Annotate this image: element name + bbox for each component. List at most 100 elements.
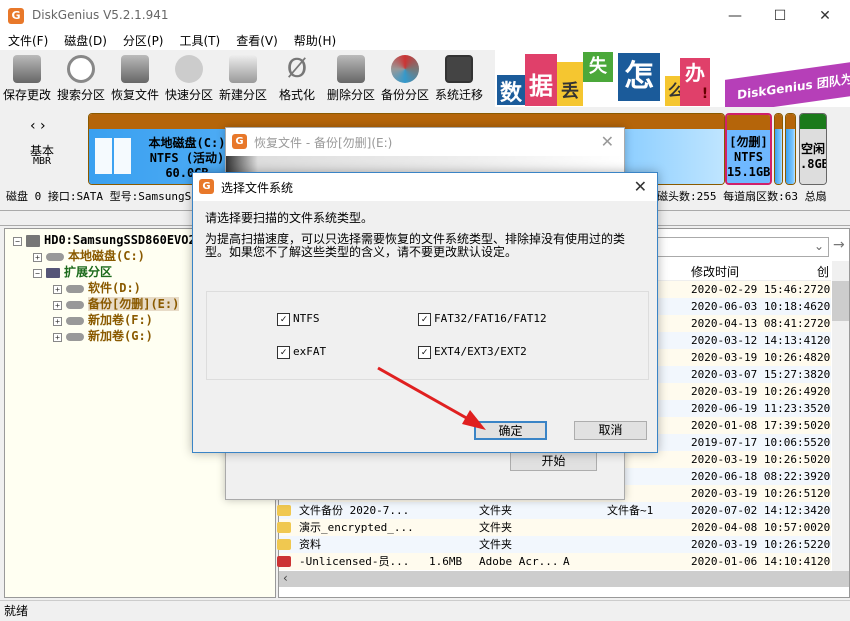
checkbox-ntfs[interactable]: ✓ NTFS [277,312,320,326]
label: 搜索分区 [56,88,105,102]
partition-f[interactable] [774,113,783,185]
partition-icon [66,284,84,293]
tree-item-c[interactable]: + 本地磁盘(C:) [33,248,145,264]
checkbox-ext[interactable]: ✓ EXT4/EXT3/EXT2 [418,345,527,359]
cell-created: 20 [817,453,831,466]
tree-item-e[interactable]: + 备份[勿删](E:) [53,296,180,312]
label: 恢复文件 [110,88,159,102]
cell-created: 20 [817,555,831,568]
new-partition-button[interactable]: 新建分区 [216,50,270,108]
partition-fs: NTFS (活动) [149,151,225,165]
tree-label: 备份[勿删](E:) [88,297,180,311]
disc-icon [175,55,203,83]
status-bar: 就绪 [0,600,850,620]
disk-info-left: 磁盘 0 接口:SATA 型号:SamsungS [6,190,192,203]
cell-name: -Unlicensed-员... [299,555,410,568]
tree-item-d[interactable]: + 软件(D:) [53,280,141,296]
label: 备份分区 [380,88,429,102]
cell-m: 2020-03-12 14:13:41 [691,334,817,347]
recover-files-button[interactable]: 恢复文件 [108,50,162,108]
migration-icon [445,55,473,83]
label: 保存更改 [2,88,51,102]
chevron-left-icon: ‹ [283,571,288,585]
table-row[interactable]: 演示_encrypted_... 文件夹 2020-04-08 10:57:00 20 [277,519,831,536]
partition-icon [66,300,84,309]
close-button[interactable]: ✕ [805,4,845,28]
vertical-scrollbar[interactable] [832,261,849,571]
folder-icon [277,522,291,533]
label: 新建分区 [218,88,267,102]
banner-char: 怎 [618,53,660,101]
banner-char: 数 [497,75,525,106]
cell-m: 2020-07-02 14:12:34 [691,504,817,517]
tree-label: 新加卷(G:) [88,329,153,343]
cell-created: 20 [817,402,831,415]
col-created[interactable]: 创 [817,263,829,280]
cell-created: 20 [817,334,831,347]
table-row[interactable]: -Unlicensed-员... 1.6MB Adobe Acr... A 2020-0… [277,553,831,570]
col-modified[interactable]: 修改时间 [691,263,739,280]
system-migration-button[interactable]: 系统迁移 [432,50,486,108]
delete-partition-button[interactable]: 删除分区 [324,50,378,108]
cell-type: 文件夹 [479,504,512,517]
windows-icon [95,138,131,174]
close-icon[interactable]: ✕ [634,177,647,196]
close-icon[interactable]: ✕ [601,132,614,151]
tree-item-g[interactable]: + 新加卷(G:) [53,328,153,344]
checkbox-fat[interactable]: ✓ FAT32/FAT16/FAT12 [418,312,547,326]
cell-short: 文件备~1 [607,504,654,517]
tree-item-f[interactable]: + 新加卷(F:) [53,312,153,328]
checkmark-icon: ✓ [418,345,431,359]
quick-partition-button[interactable]: 快速分区 [162,50,216,108]
tree-item-extended[interactable]: − 扩展分区 [33,264,112,280]
table-row[interactable]: 资料 文件夹 2020-03-19 10:26:52 20 [277,536,831,553]
menu-tools[interactable]: 工具(T) [172,32,229,50]
ad-banner[interactable]: 数 据 丢 失 怎 么 办 ! DiskGenius 团队为 [495,50,850,107]
cancel-button[interactable]: 取消 [574,421,647,440]
minimize-button[interactable]: — [715,4,755,28]
go-arrow-icon[interactable]: → [833,237,845,253]
backup-partition-button[interactable]: 备份分区 [378,50,432,108]
magnifier-icon [67,55,95,83]
maximize-button[interactable]: ☐ [760,4,800,28]
partition-name: 本地磁盘(C:) [148,136,226,150]
disk-nav-arrows[interactable]: ‹ › [30,118,46,134]
cell-created: 20 [817,470,831,483]
partition-e[interactable]: [勿删] NTFS 15.1GB [725,113,772,185]
menu-file[interactable]: 文件(F) [0,32,56,50]
folder-icon [277,539,291,550]
partition-g[interactable] [785,113,796,185]
cell-type: 文件夹 [479,521,512,534]
menu-help[interactable]: 帮助(H) [286,32,344,50]
search-partition-button[interactable]: 搜索分区 [54,50,108,108]
save-changes-button[interactable]: 保存更改 [0,50,54,108]
dialog-prompt: 请选择要扫描的文件系统类型。 [205,211,374,225]
banner-char: 据 [525,54,557,106]
partition-fs: NTFS [734,150,763,164]
partition-size: 15.1GB [727,165,771,179]
ok-button[interactable]: 确定 [474,421,547,440]
horizontal-scrollbar[interactable]: ‹ [279,571,849,587]
checkbox-exfat[interactable]: ✓ exFAT [277,345,326,359]
cell-name: 资料 [299,538,321,551]
disk-style: MBR [33,156,52,167]
cell-created: 20 [817,538,831,551]
app-logo-icon: G [8,8,24,24]
start-button[interactable]: 开始 [510,452,597,471]
cell-m: 2020-03-19 10:26:49 [691,385,817,398]
partition-free[interactable]: 空闲 .8GB [799,113,827,185]
cell-type: 文件夹 [479,538,512,551]
menu-partition[interactable]: 分区(P) [115,32,172,50]
cell-m: 2020-04-08 10:57:00 [691,521,817,534]
cell-m: 2020-01-06 14:10:41 [691,555,817,568]
tree-disk[interactable]: − HD0:SamsungSSD860EVO2 [13,232,196,248]
menu-bar: 文件(F) 磁盘(D) 分区(P) 工具(T) 查看(V) 帮助(H) [0,32,850,50]
table-row[interactable]: 文件备份 2020-7... 文件夹 文件备~1 2020-07-02 14:12:3… [277,502,831,519]
menu-view[interactable]: 查看(V) [228,32,286,50]
backup-icon [391,55,419,83]
menu-disk[interactable]: 磁盘(D) [56,32,115,50]
laptop-icon [229,55,257,83]
tree-label: 新加卷(F:) [88,313,153,327]
checkbox-label: NTFS [293,312,320,325]
format-button[interactable]: Ø 格式化 [270,50,324,108]
